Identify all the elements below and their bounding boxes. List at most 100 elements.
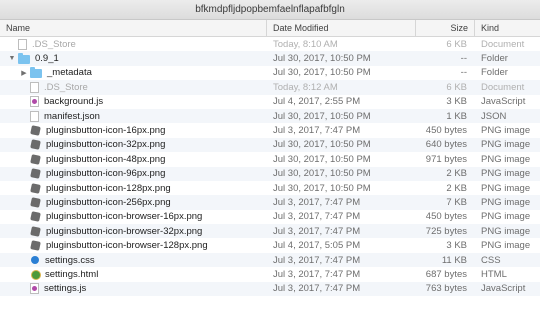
date-modified-cell: Today, 8:12 AM xyxy=(273,81,338,93)
kind-cell: JavaScript xyxy=(481,283,526,295)
png-icon xyxy=(30,226,41,237)
file-name-cell: pluginsbutton-icon-browser-32px.png xyxy=(0,226,267,237)
file-name-cell: ▼ 0.9_1 xyxy=(0,53,267,64)
kind-cell: JavaScript xyxy=(481,96,526,108)
disclosure-triangle-icon[interactable]: ▼ xyxy=(6,55,18,62)
file-row[interactable]: pluginsbutton-icon-browser-128px.png Jul … xyxy=(0,238,540,252)
size-cell: 6 KB xyxy=(446,81,467,93)
file-row[interactable]: ▼ 0.9_1 Jul 30, 2017, 10:50 PM -- Folder xyxy=(0,51,540,66)
column-size-header[interactable]: Size xyxy=(416,20,475,36)
disclosure-triangle-icon[interactable]: ▶ xyxy=(18,69,30,77)
size-cell: 2 KB xyxy=(446,182,467,194)
file-name-cell: settings.html xyxy=(0,269,267,280)
size-cell: 3 KB xyxy=(446,240,467,252)
date-modified-cell: Jul 3, 2017, 7:47 PM xyxy=(273,211,361,223)
size-cell: 687 bytes xyxy=(425,268,467,280)
column-date-header[interactable]: Date Modified xyxy=(267,20,416,36)
kind-cell: PNG image xyxy=(481,153,531,165)
file-name-cell: .DS_Store xyxy=(0,81,267,93)
date-modified-cell: Jul 3, 2017, 7:47 PM xyxy=(273,268,361,280)
date-modified-cell: Today, 8:10 AM xyxy=(273,38,338,50)
window-titlebar[interactable]: bfkmdpfljdpopbemfaelnflapafbfgln xyxy=(0,0,540,20)
kind-cell: PNG image xyxy=(481,196,531,208)
file-name-label: _metadata xyxy=(47,67,92,79)
size-cell: 450 bytes xyxy=(425,125,467,137)
column-name-header[interactable]: Name xyxy=(0,20,267,36)
file-row[interactable]: pluginsbutton-icon-128px.png Jul 30, 2017… xyxy=(0,181,540,195)
png-icon xyxy=(30,240,41,251)
file-name-cell: pluginsbutton-icon-browser-16px.png xyxy=(0,211,267,222)
doc-icon xyxy=(18,38,27,50)
file-name-label: pluginsbutton-icon-32px.png xyxy=(46,139,166,151)
column-kind-header[interactable]: Kind xyxy=(475,20,540,36)
kind-cell: PNG image xyxy=(481,168,531,180)
date-modified-cell: Jul 3, 2017, 7:47 PM xyxy=(273,125,361,137)
file-row[interactable]: pluginsbutton-icon-256px.png Jul 3, 2017,… xyxy=(0,195,540,210)
file-name-cell: pluginsbutton-icon-256px.png xyxy=(0,197,267,208)
file-row[interactable]: background.js Jul 4, 2017, 2:55 PM 3 KB Jav… xyxy=(0,95,540,109)
kind-cell: CSS xyxy=(481,254,501,266)
kind-cell: HTML xyxy=(481,268,507,280)
file-name-cell: pluginsbutton-icon-32px.png xyxy=(0,139,267,150)
file-row[interactable]: .DS_Store Today, 8:12 AM 6 KB Document xyxy=(0,80,540,95)
file-row[interactable]: .DS_Store Today, 8:10 AM 6 KB Document xyxy=(0,37,540,51)
file-name-label: pluginsbutton-icon-48px.png xyxy=(46,153,166,165)
png-icon xyxy=(30,197,41,208)
html-icon xyxy=(30,269,41,280)
size-cell: -- xyxy=(460,67,467,79)
file-name-label: background.js xyxy=(44,96,104,108)
date-modified-cell: Jul 30, 2017, 10:50 PM xyxy=(273,67,371,79)
date-modified-cell: Jul 4, 2017, 2:55 PM xyxy=(273,96,361,108)
png-icon xyxy=(30,168,41,179)
size-cell: 971 bytes xyxy=(425,153,467,165)
kind-cell: PNG image xyxy=(481,211,531,223)
file-name-label: pluginsbutton-icon-96px.png xyxy=(46,168,166,180)
file-row[interactable]: pluginsbutton-icon-48px.png Jul 30, 2017,… xyxy=(0,152,540,166)
file-row[interactable]: pluginsbutton-icon-32px.png Jul 30, 2017,… xyxy=(0,137,540,153)
file-row[interactable]: settings.html Jul 3, 2017, 7:47 PM 687 byt… xyxy=(0,267,540,281)
file-name-cell: pluginsbutton-icon-48px.png xyxy=(0,154,267,165)
file-name-cell: manifest.json xyxy=(0,110,267,122)
kind-cell: Folder xyxy=(481,67,508,79)
kind-cell: Document xyxy=(481,38,525,50)
png-icon xyxy=(30,211,41,222)
file-name-cell: background.js xyxy=(0,96,267,108)
file-row[interactable]: ▶ _metadata Jul 30, 2017, 10:50 PM -- Folder xyxy=(0,66,540,80)
size-cell: 640 bytes xyxy=(425,139,467,151)
file-row[interactable]: pluginsbutton-icon-16px.png Jul 3, 2017, … xyxy=(0,123,540,137)
date-modified-cell: Jul 3, 2017, 7:47 PM xyxy=(273,254,361,266)
file-name-cell: settings.css xyxy=(0,255,267,266)
folder-icon xyxy=(30,67,42,78)
column-header: Name Date Modified Size Kind xyxy=(0,20,540,37)
file-name-label: .DS_Store xyxy=(44,81,88,93)
file-name-cell: pluginsbutton-icon-16px.png xyxy=(0,125,267,136)
file-row[interactable]: manifest.json Jul 30, 2017, 10:50 PM 1 KB J… xyxy=(0,108,540,124)
doc-icon xyxy=(30,81,39,93)
css-icon xyxy=(30,255,40,266)
size-cell: 3 KB xyxy=(446,96,467,108)
file-name-label: pluginsbutton-icon-16px.png xyxy=(46,125,166,137)
date-modified-cell: Jul 30, 2017, 10:50 PM xyxy=(273,182,371,194)
file-name-cell: settings.js xyxy=(0,283,267,295)
file-row[interactable]: pluginsbutton-icon-browser-16px.png Jul 3… xyxy=(0,210,540,224)
file-row[interactable]: settings.js Jul 3, 2017, 7:47 PM 763 bytes… xyxy=(0,281,540,297)
file-name-label: pluginsbutton-icon-256px.png xyxy=(46,196,171,208)
size-cell: -- xyxy=(460,53,467,65)
size-cell: 6 KB xyxy=(446,38,467,50)
kind-cell: PNG image xyxy=(481,139,531,151)
date-modified-cell: Jul 30, 2017, 10:50 PM xyxy=(273,53,371,65)
png-icon xyxy=(30,139,41,150)
png-icon xyxy=(30,125,41,136)
file-row[interactable]: pluginsbutton-icon-96px.png Jul 30, 2017,… xyxy=(0,166,540,181)
file-row[interactable]: settings.css Jul 3, 2017, 7:47 PM 11 KB CSS xyxy=(0,252,540,268)
file-name-label: manifest.json xyxy=(44,110,100,122)
size-cell: 763 bytes xyxy=(425,283,467,295)
js-icon xyxy=(30,96,39,108)
kind-cell: PNG image xyxy=(481,225,531,237)
file-row[interactable]: pluginsbutton-icon-browser-32px.png Jul 3… xyxy=(0,224,540,239)
png-icon xyxy=(30,183,41,194)
file-list: .DS_Store Today, 8:10 AM 6 KB Document ▼ 0.9_… xyxy=(0,37,540,297)
folder-icon xyxy=(18,53,30,64)
date-modified-cell: Jul 3, 2017, 7:47 PM xyxy=(273,225,361,237)
window-title: bfkmdpfljdpopbemfaelnflapafbfgln xyxy=(195,4,345,15)
